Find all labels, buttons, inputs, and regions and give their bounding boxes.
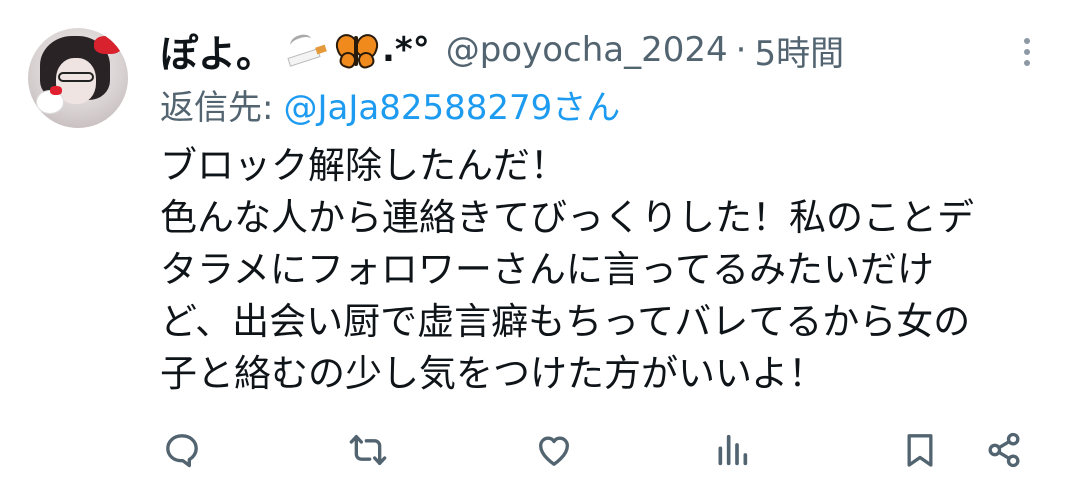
display-name[interactable]: ぽよ。: [160, 23, 274, 78]
reply-label: 返信先:: [160, 87, 274, 128]
butterfly-emoji-icon: [332, 30, 382, 71]
tweet-text-line: ど、出会い厨で虚言癖もちってバレてるから女の: [160, 300, 971, 343]
share-button[interactable]: [974, 420, 1034, 480]
reply-icon: [166, 434, 198, 468]
name-decoration: .*°: [382, 30, 430, 70]
reply-context: 返信先: @JaJa82588279さん: [160, 80, 620, 128]
share-icon: [988, 432, 1020, 468]
retweet-icon: [349, 435, 387, 465]
retweet-button[interactable]: [338, 420, 398, 480]
tweet-text: ブロック解除したんだ！ 色んな人から連絡きてびっくりした！私のことデ タラメにフ…: [160, 140, 1040, 400]
like-button[interactable]: [524, 420, 584, 480]
tweet: ぽよ。 .*° @poyocha_2024 · 5時間 返信先: @JaJa82…: [0, 0, 1080, 498]
views-button[interactable]: [702, 420, 762, 480]
avatar[interactable]: [28, 28, 128, 128]
tweet-text-line: ブロック解除したんだ！: [160, 144, 567, 187]
more-options-icon[interactable]: [1016, 34, 1040, 70]
user-handle[interactable]: @poyocha_2024: [446, 30, 728, 70]
timestamp[interactable]: 5時間: [754, 26, 844, 75]
bookmark-icon: [907, 434, 933, 467]
cigarette-emoji-icon: [286, 31, 330, 67]
tweet-text-line: 子と絡むの少し気をつけた方がいいよ！: [160, 352, 826, 395]
like-icon: [539, 436, 569, 466]
reply-target-link[interactable]: @JaJa82588279さん: [283, 80, 620, 129]
tweet-header: ぽよ。 .*° @poyocha_2024 · 5時間: [160, 22, 844, 78]
tweet-text-line: タラメにフォロワーさんに言ってるみたいだけ: [160, 248, 935, 291]
bookmark-button[interactable]: [890, 420, 950, 480]
action-bar: [0, 420, 1080, 480]
separator-dot: ·: [735, 30, 747, 70]
views-icon: [718, 434, 748, 466]
tweet-text-line: 色んな人から連絡きてびっくりした！私のことデ: [160, 196, 974, 239]
reply-button[interactable]: [152, 420, 212, 480]
